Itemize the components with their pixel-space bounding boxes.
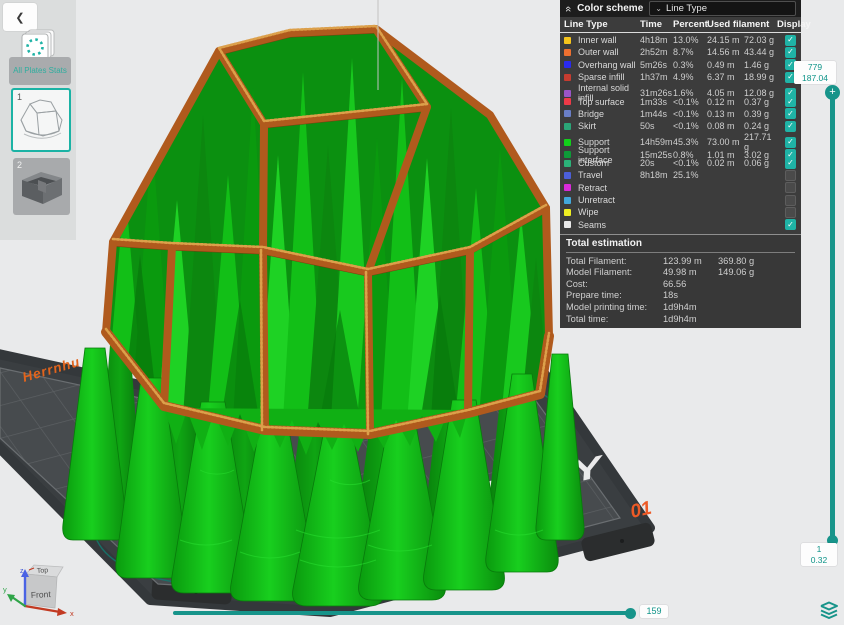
display-checkbox[interactable]: ✓ <box>785 206 796 218</box>
total-row: Total Filament: 123.99 m 369.80 g <box>566 255 755 266</box>
nav-cube[interactable]: z Top Front x y <box>3 564 74 618</box>
panel-collapse-icon[interactable]: « <box>562 5 574 11</box>
total-estimation-title: Total estimation <box>566 238 795 253</box>
layer-slider-top-label: 779 187.04 <box>794 61 836 85</box>
line-type-swatch <box>564 73 571 81</box>
table-row: Internal solid infill 31m26s 1.6% 4.05 m 12.… <box>560 83 801 103</box>
display-checkbox[interactable]: ✓ <box>785 194 796 206</box>
plate-thumbnail-2[interactable]: 2 <box>13 158 70 215</box>
total-estimation-section: Total estimation Total Filament: 123.99 m… <box>560 233 801 329</box>
line-type-swatch <box>564 221 571 229</box>
table-row: Sparse infill 1h37m 4.9% 6.37 m 18.99 g ✓ <box>560 71 801 83</box>
line-type-table: Inner wall 4h18m 13.0% 24.15 m 72.03 g ✓ Oute… <box>560 33 801 231</box>
total-row: Cost: 66.56 <box>566 278 687 289</box>
total-row: Model printing time: 1d9h4m <box>566 301 697 312</box>
plate-2-number: 2 <box>17 160 23 170</box>
display-checkbox[interactable]: ✓ <box>785 136 796 148</box>
layer-slider-upper-handle[interactable]: + <box>825 85 840 100</box>
line-type-swatch <box>564 184 571 192</box>
all-plates-stats-tab[interactable]: All Plates Stats <box>9 57 71 85</box>
table-row: Retract✓ <box>560 182 801 194</box>
plate-thumbnail-1[interactable]: 1 <box>11 88 71 152</box>
table-row: Top surface 1m33s <0.1% 0.12 m 0.37 g ✓ <box>560 95 801 108</box>
support-interior[interactable] <box>104 29 552 440</box>
move-slider-track[interactable] <box>173 611 632 615</box>
line-type-swatch <box>564 196 571 204</box>
move-slider-handle[interactable] <box>625 608 636 619</box>
view-mode-value: Line Type <box>665 3 707 14</box>
table-row: Overhang wall 5m26s 0.3% 0.49 m 1.46 g ✓ <box>560 59 801 71</box>
collapse-sidebar-button[interactable]: ❮ <box>3 3 37 31</box>
display-checkbox[interactable]: ✓ <box>785 46 796 58</box>
line-type-swatch <box>564 89 571 97</box>
plate-1-number: 1 <box>17 92 23 102</box>
display-checkbox[interactable]: ✓ <box>785 96 796 108</box>
table-row: Support 14h59m 45.3% 73.00 m 217.71 g ✓ <box>560 132 801 152</box>
table-row: Inner wall 4h18m 13.0% 24.15 m 72.03 g ✓ <box>560 34 801 46</box>
color-scheme-panel: « Color scheme ⌄ Line Type Line Type Tim… <box>560 0 811 329</box>
total-row: Prepare time: 18s <box>566 290 678 301</box>
table-row: Seams ✓ <box>560 218 801 231</box>
total-row: Model Filament: 49.98 m 149.06 g <box>566 267 755 278</box>
line-type-swatch <box>564 98 571 106</box>
table-row: Travel8h18m25.1%✓ <box>560 169 801 181</box>
table-header: Line Type Time Percent Used filament Dis… <box>560 17 811 33</box>
total-row: Total time: 1d9h4m <box>566 313 697 324</box>
panel-header: « Color scheme ⌄ Line Type <box>560 0 801 17</box>
line-type-swatch <box>564 48 571 56</box>
line-type-swatch <box>564 122 571 130</box>
move-slider-label: 159 <box>640 605 668 619</box>
chevron-down-icon: ⌄ <box>655 3 662 13</box>
display-checkbox[interactable]: ✓ <box>785 34 796 46</box>
panel-title: Color scheme <box>577 3 644 14</box>
table-row: Wipe✓ <box>560 206 801 218</box>
nav-cube-y-label: y <box>3 585 7 594</box>
line-type-swatch <box>564 171 571 179</box>
nav-cube-x-label: x <box>70 609 74 618</box>
line-type-swatch <box>564 159 571 167</box>
collapse-sidebar-icon: ❮ <box>15 11 25 24</box>
line-type-swatch <box>564 151 571 159</box>
line-type-swatch <box>564 61 571 69</box>
table-row: Skirt 50s <0.1% 0.08 m 0.24 g ✓ <box>560 120 801 132</box>
line-type-swatch <box>564 110 571 118</box>
layer-slider-bottom-label: 1 0.32 <box>801 543 837 567</box>
display-checkbox[interactable]: ✓ <box>785 182 796 194</box>
display-checkbox[interactable]: ✓ <box>785 157 796 169</box>
display-checkbox[interactable]: ✓ <box>785 108 796 120</box>
table-row: Bridge 1m44s <0.1% 0.13 m 0.39 g ✓ <box>560 108 801 120</box>
table-row: Unretract✓ <box>560 194 801 206</box>
table-row: Outer wall 2h52m 8.7% 14.56 m 43.44 g ✓ <box>560 46 801 58</box>
display-checkbox[interactable]: ✓ <box>785 169 796 181</box>
nav-cube-front-label[interactable]: Front <box>31 589 52 600</box>
line-type-swatch <box>564 138 571 146</box>
layer-slider-track[interactable] <box>830 88 835 540</box>
display-checkbox[interactable]: ✓ <box>785 219 796 231</box>
plus-icon: + <box>829 86 836 98</box>
display-checkbox[interactable]: ✓ <box>785 120 796 132</box>
line-type-swatch <box>564 208 571 216</box>
line-type-swatch <box>564 36 571 44</box>
table-row: Custom 20s <0.1% 0.02 m 0.06 g ✓ <box>560 157 801 169</box>
view-mode-dropdown[interactable]: ⌄ Line Type <box>649 1 796 16</box>
nav-cube-top-label[interactable]: Top <box>37 567 49 575</box>
layers-icon[interactable] <box>818 599 840 621</box>
